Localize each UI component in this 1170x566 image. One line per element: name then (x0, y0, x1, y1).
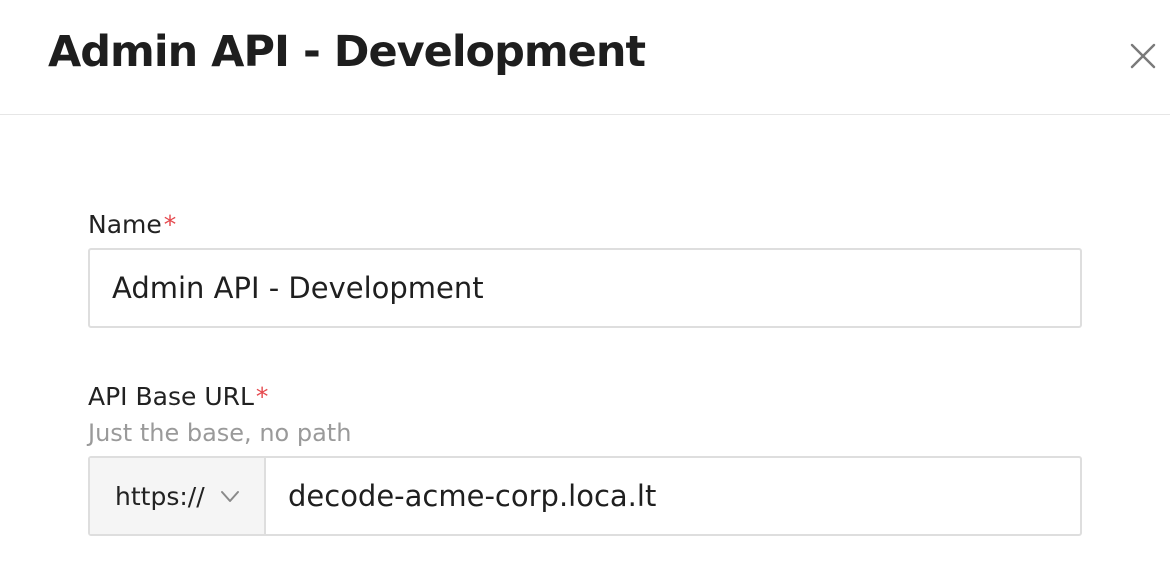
name-input[interactable] (88, 248, 1082, 328)
protocol-select[interactable]: https:// (90, 458, 266, 534)
api-base-url-label: API Base URL* (88, 382, 268, 411)
api-base-url-group: https:// (88, 456, 1082, 536)
close-icon (1130, 43, 1156, 69)
close-button[interactable] (1126, 39, 1160, 73)
chevron-down-icon (220, 491, 239, 502)
api-base-url-help-text: Just the base, no path (88, 419, 352, 447)
protocol-select-value: https:// (115, 481, 205, 511)
api-base-url-required-marker: * (255, 382, 269, 411)
api-base-url-label-text: API Base URL (88, 382, 254, 411)
name-required-marker: * (163, 210, 177, 239)
name-label-text: Name (88, 210, 162, 239)
modal-dialog: Admin API - Development Name* API Base U… (0, 0, 1170, 566)
name-label: Name* (88, 210, 176, 239)
modal-header: Admin API - Development (0, 0, 1170, 115)
api-base-url-input[interactable] (266, 458, 1080, 534)
modal-title: Admin API - Development (48, 27, 646, 77)
